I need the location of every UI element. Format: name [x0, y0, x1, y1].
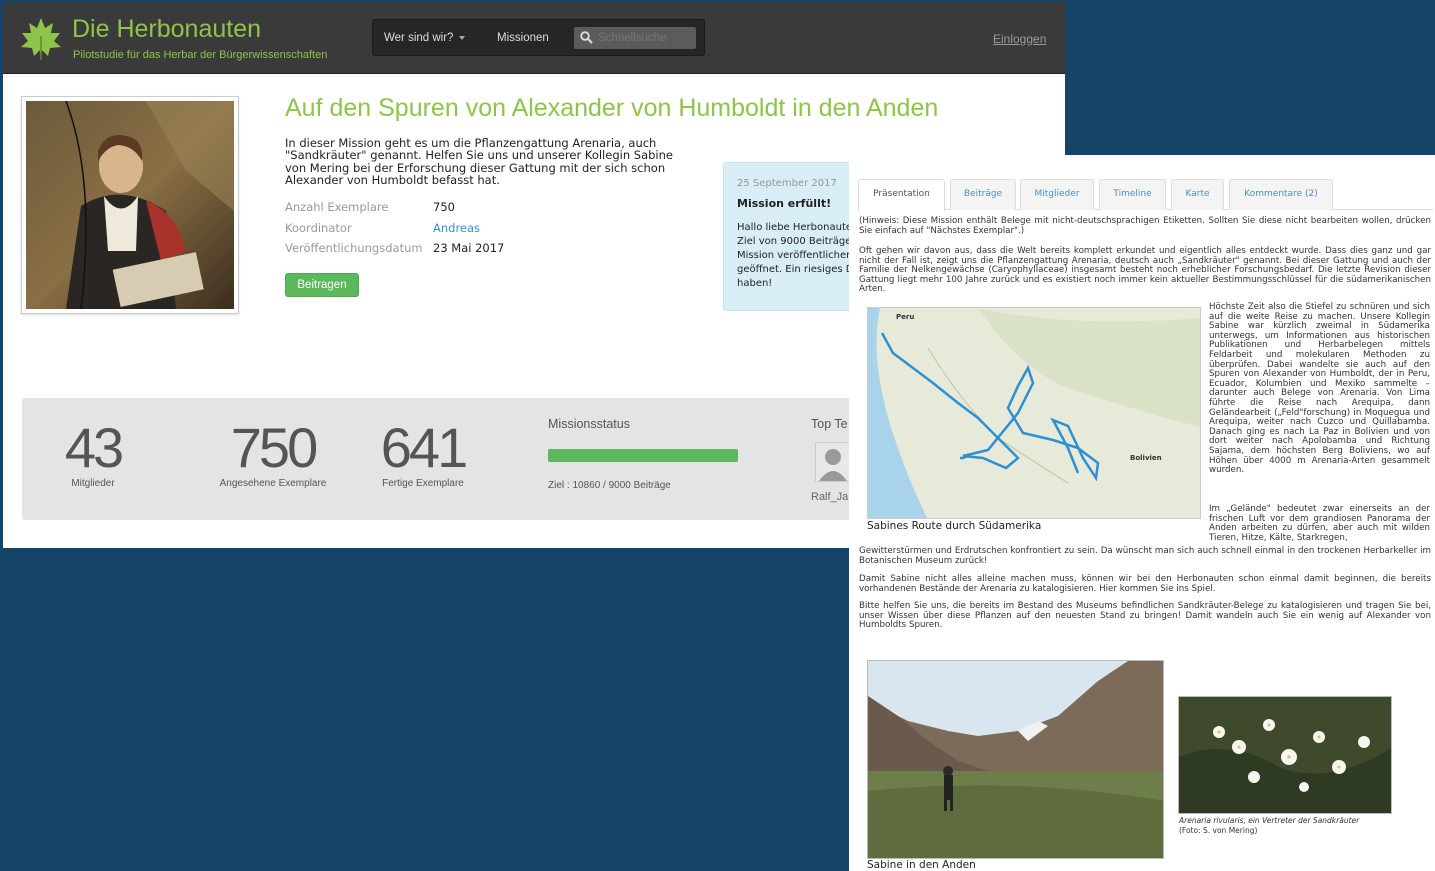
- login-link[interactable]: Einloggen: [993, 32, 1046, 46]
- tab-bar: Präsentation Beiträge Mitglieder Timelin…: [858, 179, 1433, 211]
- stat-finished: 641 Fertige Exemplare: [373, 416, 473, 490]
- tab-map[interactable]: Karte: [1171, 179, 1224, 210]
- route-map-image: Peru Bolivien: [868, 308, 1200, 518]
- stat-finished-value: 641: [380, 416, 468, 479]
- stat-members-value: 43: [64, 416, 124, 479]
- brand-title[interactable]: Die Herbonauten: [72, 15, 261, 44]
- meta-value: 750: [433, 200, 455, 214]
- stat-members-label: Mitglieder: [71, 478, 115, 489]
- stat-viewed-value: 750: [230, 416, 318, 479]
- meta-value: 23 Mai 2017: [433, 241, 505, 255]
- tab-timeline[interactable]: Timeline: [1099, 179, 1166, 210]
- quick-search[interactable]: [574, 27, 696, 49]
- portrait-image: [26, 100, 234, 310]
- andes-photo-image: [868, 661, 1163, 858]
- top-user-name[interactable]: Ralf_Ja: [811, 491, 848, 503]
- progress-fill: [548, 449, 738, 462]
- notice-date: 25 September 2017: [737, 178, 837, 189]
- mission-title: Auf den Spuren von Alexander von Humbold…: [285, 94, 939, 122]
- nav-about-dropdown[interactable]: Wer sind wir?: [384, 32, 466, 44]
- intro-paragraph: Oft gehen wir davon aus, dass die Welt b…: [859, 246, 1431, 295]
- tab-presentation[interactable]: Präsentation: [858, 179, 945, 211]
- leaf-logo-icon: [21, 18, 61, 60]
- meta-row: Anzahl Exemplare 750: [285, 200, 585, 221]
- notice-heading: Mission erfüllt!: [737, 197, 832, 210]
- meta-key: Anzahl Exemplare: [285, 200, 389, 214]
- search-input[interactable]: [598, 30, 693, 46]
- tab-comments[interactable]: Kommentare (2): [1229, 179, 1333, 210]
- stat-finished-label: Fertige Exemplare: [382, 478, 464, 489]
- andes-photo-caption: Sabine in den Anden: [867, 859, 976, 871]
- brand-subtitle: Pilotstudie für das Herbar der Bürgerwis…: [73, 49, 328, 61]
- arenaria-photo-image: [1179, 697, 1391, 813]
- meta-key: Veröffentlichungsdatum: [285, 241, 423, 255]
- mission-progress-bar: [548, 449, 738, 462]
- nav-about-label: Wer sind wir?: [384, 32, 454, 44]
- contribute-button[interactable]: Beitragen: [285, 273, 359, 297]
- mission-description: In dieser Mission geht es um die Pflanze…: [285, 136, 673, 188]
- meta-row: Koordinator Andreas: [285, 221, 585, 242]
- navbar: Die Herbonauten Pilotstudie für das Herb…: [3, 2, 1065, 74]
- arenaria-caption-line: Arenaria rivularis, ein Vertreter der Sa…: [1179, 816, 1360, 825]
- arenaria-photo: [1178, 696, 1392, 814]
- map-label-peru: Peru: [896, 313, 914, 321]
- field-paragraph-a: Im „Gelände" bedeutet zwar einerseits an…: [1209, 504, 1430, 543]
- arenaria-caption: Arenaria rivularis, ein Vertreter der Sa…: [1179, 816, 1359, 836]
- map-label-bolivia: Bolivien: [1130, 454, 1162, 462]
- map-caption: Sabines Route durch Südamerika: [867, 520, 1042, 532]
- mission-presentation-panel: Präsentation Beiträge Mitglieder Timelin…: [849, 155, 1435, 871]
- tab-contributions[interactable]: Beiträge: [950, 179, 1016, 210]
- caret-down-icon: [459, 35, 466, 40]
- stat-viewed: 750 Angesehene Exemplare: [198, 416, 348, 490]
- andes-photo: [867, 660, 1164, 859]
- journey-paragraph: Höchste Zeit also die Stiefel zu schnüre…: [1209, 302, 1430, 476]
- stat-members: 43 Mitglieder: [48, 416, 138, 490]
- route-map: Peru Bolivien: [867, 307, 1201, 519]
- stat-viewed-label: Angesehene Exemplare: [219, 478, 327, 489]
- hint-text: (Hinweis: Diese Mission enthält Belege m…: [859, 216, 1431, 236]
- help-paragraph: Bitte helfen Sie uns, die bereits im Bes…: [859, 601, 1431, 631]
- field-paragraph-b: Gewitterstürmen und Erdrutschen konfront…: [859, 546, 1431, 566]
- coordinator-link[interactable]: Andreas: [433, 221, 480, 235]
- humboldt-portrait: [21, 96, 239, 314]
- catalog-paragraph: Damit Sabine nicht alles alleine machen …: [859, 574, 1431, 594]
- mission-status-label: Missionsstatus: [548, 417, 630, 431]
- nav-missions[interactable]: Missionen: [497, 32, 549, 44]
- meta-row: Veröffentlichungsdatum 23 Mai 2017: [285, 241, 585, 262]
- mission-status-text: Ziel : 10860 / 9000 Beiträge: [548, 480, 671, 491]
- search-icon: [580, 31, 593, 44]
- meta-key: Koordinator: [285, 220, 352, 235]
- nav-bar: Wer sind wir? Missionen: [372, 19, 705, 56]
- top-team-label: Top Te: [811, 417, 848, 431]
- user-silhouette-icon: [816, 443, 850, 481]
- avatar[interactable]: [815, 442, 851, 482]
- arenaria-credit: (Foto: S. von Mering): [1179, 826, 1258, 835]
- mission-meta: Anzahl Exemplare 750 Koordinator Andreas V…: [285, 200, 585, 262]
- tab-members[interactable]: Mitglieder: [1020, 179, 1094, 210]
